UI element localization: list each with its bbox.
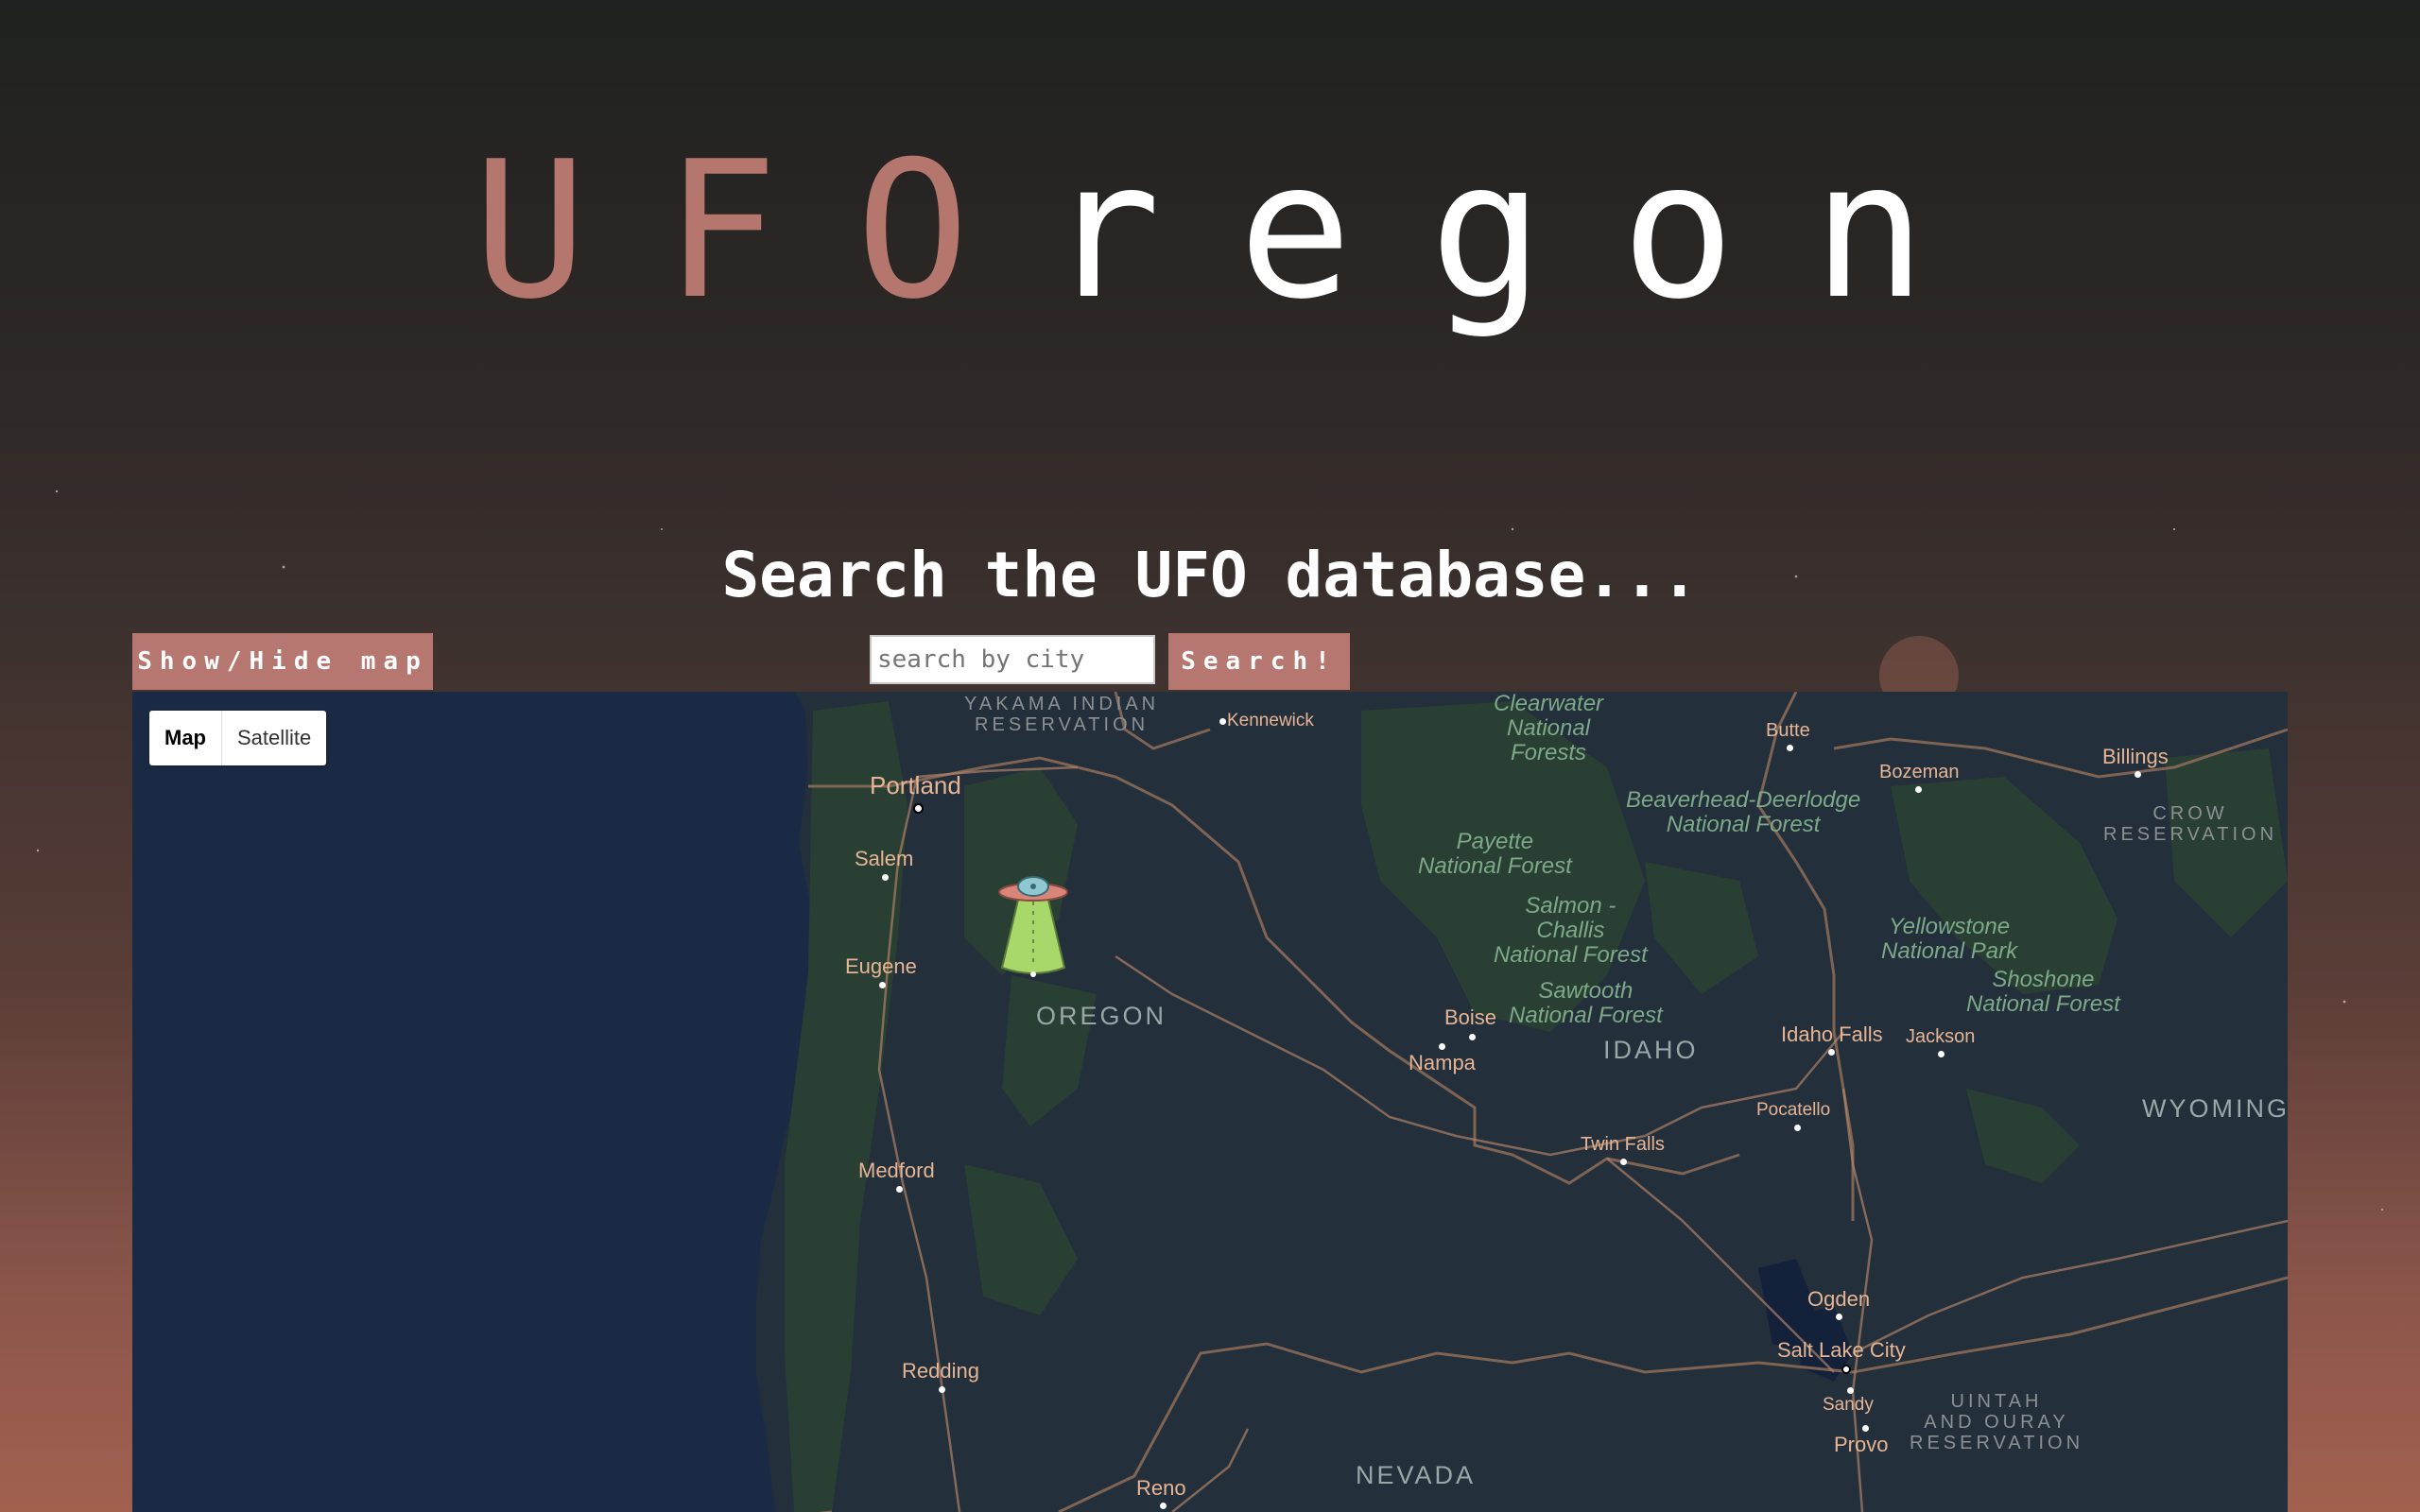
forest-label: Salmon - Challis National Forest xyxy=(1494,893,1648,968)
reservation-label: YAKAMA INDIAN RESERVATION xyxy=(964,694,1160,735)
city-dot xyxy=(913,803,924,814)
city-label: Reno xyxy=(1136,1476,1186,1500)
city-dot xyxy=(879,982,886,988)
city-label: Eugene xyxy=(845,954,917,978)
city-dot xyxy=(2135,771,2141,778)
forest-label: Payette National Forest xyxy=(1418,829,1572,879)
city-label: Ogden xyxy=(1807,1287,1871,1311)
forest-label: Clearwater National Forests xyxy=(1494,692,1604,765)
city-label: Nampa xyxy=(1409,1051,1476,1074)
reservation-label: CROW RESERVATION xyxy=(2103,803,2278,845)
search-button[interactable]: Search! xyxy=(1168,633,1350,690)
city-label: Pocatello xyxy=(1756,1100,1831,1120)
city-label: Butte xyxy=(1766,720,1810,741)
city-dot xyxy=(1847,1387,1854,1394)
city-label: Redding xyxy=(902,1359,979,1383)
city-label: Sandy xyxy=(1823,1395,1874,1415)
city-label: Kennewick xyxy=(1227,711,1314,730)
city-dot xyxy=(1469,1034,1476,1040)
city-dot xyxy=(1219,718,1226,725)
city-label: Bozeman xyxy=(1879,762,1960,782)
city-label: Medford xyxy=(858,1159,935,1182)
city-label: Billings xyxy=(2102,745,2169,768)
city-label: Idaho Falls xyxy=(1781,1022,1883,1046)
city-dot xyxy=(1160,1503,1167,1509)
city-dot xyxy=(1620,1159,1627,1165)
region-label: WYOMING xyxy=(2142,1094,2288,1123)
city-label: Portland xyxy=(870,771,961,799)
map-type-satellite-button[interactable]: Satellite xyxy=(222,711,326,765)
forest-label: Sawtooth National Forest xyxy=(1509,978,1663,1028)
reservation-label: UINTAH AND OURAY RESERVATION xyxy=(1910,1391,2084,1453)
search-heading: Search the UFO database... xyxy=(721,539,1699,611)
toggle-map-button[interactable]: Show/Hide map xyxy=(132,633,433,690)
city-dot xyxy=(1915,786,1922,793)
logo-accent: UFO xyxy=(473,121,1047,341)
map-type-control[interactable]: Map Satellite xyxy=(149,711,327,765)
city-dot xyxy=(1836,1314,1842,1320)
region-label: OREGON xyxy=(1036,1002,1167,1030)
city-dot xyxy=(1794,1125,1801,1131)
forest-label: Shoshone National Forest xyxy=(1966,967,2120,1017)
city-dot xyxy=(882,874,889,881)
ufo-icon[interactable] xyxy=(996,873,1070,979)
logo-rest: regon xyxy=(1046,121,2004,341)
city-dot xyxy=(1841,1365,1851,1374)
city-dot xyxy=(1862,1425,1869,1432)
city-dot xyxy=(1787,745,1793,751)
city-dot xyxy=(896,1186,903,1193)
city-label: Provo xyxy=(1834,1433,1889,1456)
forest-label: Beaverhead-Deerlodge National Forest xyxy=(1626,787,1861,837)
map-terrain xyxy=(756,692,2288,1512)
city-label: Twin Falls xyxy=(1581,1134,1665,1155)
city-dot xyxy=(939,1386,945,1393)
city-label: Boise xyxy=(1444,1005,1497,1029)
map-type-map-button[interactable]: Map xyxy=(149,711,222,765)
city-label: Salt Lake City xyxy=(1777,1338,1906,1362)
site-logo: UFOregon xyxy=(0,123,2420,340)
city-dot xyxy=(1828,1049,1835,1056)
city-label: Salem xyxy=(855,847,914,870)
region-label: NEVADA xyxy=(1356,1461,1477,1489)
city-dot xyxy=(1938,1051,1945,1057)
forest-label: Yellowstone National Park xyxy=(1881,914,2018,964)
city-label: Jackson xyxy=(1906,1026,1976,1047)
region-label: IDAHO xyxy=(1603,1036,1699,1064)
city-dot xyxy=(1439,1043,1445,1050)
map-view[interactable]: Map Satellite YAKAMA INDIAN RESERVATION C… xyxy=(132,692,2288,1512)
city-search-input[interactable] xyxy=(870,635,1155,684)
